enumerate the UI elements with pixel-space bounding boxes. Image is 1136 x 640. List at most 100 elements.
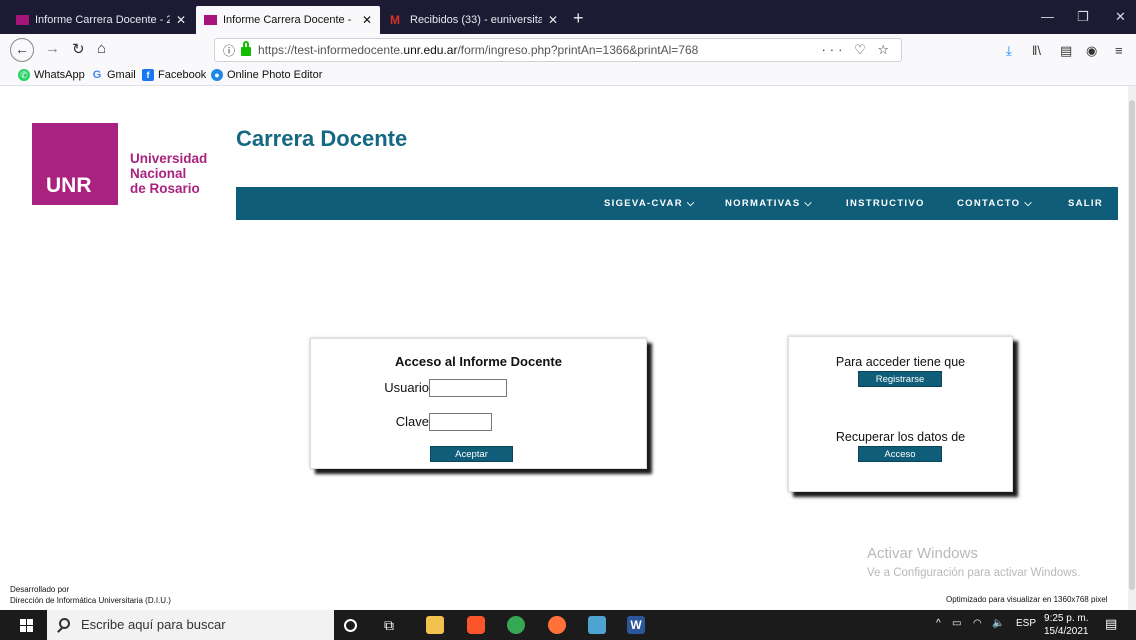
unr-logo[interactable]: UNR xyxy=(32,123,118,205)
university-name-line: de Rosario xyxy=(130,181,200,196)
cortana-icon[interactable] xyxy=(344,619,357,632)
bookmark-photo-editor[interactable]: ● Online Photo Editor xyxy=(211,69,322,81)
url-host: unr.edu.ar xyxy=(403,43,458,57)
footer-line: Desarrollado por xyxy=(10,585,70,594)
downloads-icon[interactable]: ⤓ xyxy=(1006,43,1012,59)
password-input[interactable] xyxy=(429,413,492,431)
url-path: /form/ingreso.php?printAn=1366&printAl=7… xyxy=(457,43,699,57)
firefox-icon[interactable] xyxy=(548,616,566,634)
home-icon[interactable]: ⌂ xyxy=(97,40,106,57)
library-icon[interactable]: ‖\ xyxy=(1032,43,1041,58)
notifications-icon[interactable]: ▤ xyxy=(1105,616,1117,632)
system-clock[interactable]: 9:25 p. m. 15/4/2021 xyxy=(1044,612,1089,638)
activate-windows-hint: Ve a Configuración para activar Windows. xyxy=(867,567,1081,579)
nav-label: CONTACTO xyxy=(957,198,1021,209)
page-scrollbar[interactable] xyxy=(1128,86,1136,610)
university-name: Universidad Nacional de Rosario xyxy=(130,151,207,196)
address-bar[interactable]: ⓘ https://test-informedocente. unr.edu.ar… xyxy=(214,38,902,62)
brave-icon[interactable] xyxy=(467,616,485,634)
tab-title: Informe Carrera Docente - xyxy=(223,14,352,26)
account-help-panel: Para acceder tiene que Registrarse Recup… xyxy=(788,336,1013,492)
show-hidden-icons-icon[interactable]: ^ xyxy=(936,618,941,629)
nav-salir[interactable]: SALIR xyxy=(1068,198,1103,209)
wifi-icon[interactable]: ◠ xyxy=(973,618,982,629)
nav-label: SIGEVA-CVAR xyxy=(604,198,683,209)
bookmark-gmail[interactable]: G Gmail xyxy=(91,69,136,81)
volume-icon[interactable]: 🔈 xyxy=(992,618,1004,629)
chrome-icon[interactable] xyxy=(507,616,525,634)
register-text: Para acceder tiene que xyxy=(835,355,966,369)
bookmarks-bar: ✆ WhatsApp G Gmail f Facebook ● Online P… xyxy=(0,66,1136,86)
university-name-line: Universidad xyxy=(130,151,208,166)
close-tab-icon[interactable]: ✕ xyxy=(176,13,186,27)
user-input[interactable] xyxy=(429,379,507,397)
tab-informe-2020[interactable]: Informe Carrera Docente - 2020 ✕ xyxy=(8,6,194,34)
nav-contacto[interactable]: CONTACTO ⌵ xyxy=(957,198,1033,209)
app-icon[interactable] xyxy=(588,616,606,634)
main-navigation: SIGEVA-CVAR ⌵ NORMATIVAS ⌵ INSTRUCTIVO C… xyxy=(236,187,1118,220)
tab-title: Informe Carrera Docente - 2020 xyxy=(35,14,170,26)
close-tab-icon[interactable]: ✕ xyxy=(548,13,558,27)
university-name-line: Nacional xyxy=(130,166,187,181)
search-icon xyxy=(59,618,70,629)
bookmark-label: Online Photo Editor xyxy=(227,69,323,81)
tab-gmail[interactable]: M Recibidos (33) - euniversitas@ ✕ xyxy=(382,6,566,34)
reload-icon[interactable]: ↻ xyxy=(72,40,85,58)
photo-editor-icon: ● xyxy=(211,69,223,81)
nav-instructivo[interactable]: INSTRUCTIVO xyxy=(846,198,925,209)
nav-label: SALIR xyxy=(1068,198,1103,209)
back-arrow-icon[interactable]: ← xyxy=(10,38,34,62)
menu-icon[interactable]: ≡ xyxy=(1115,43,1123,58)
lock-icon[interactable] xyxy=(241,40,252,56)
password-label: Clave xyxy=(395,414,429,429)
browser-toolbar: ← → ↻ ⌂ ⓘ https://test-informedocente. un… xyxy=(0,34,1136,66)
page-actions-icon[interactable]: ··· ♡ ☆ xyxy=(821,42,893,58)
nav-sigeva-cvar[interactable]: SIGEVA-CVAR ⌵ xyxy=(604,198,695,209)
acceso-button[interactable]: Acceso xyxy=(858,446,942,462)
close-window-icon[interactable]: ✕ xyxy=(1115,9,1126,25)
info-circle-icon[interactable]: ⓘ xyxy=(223,42,235,59)
new-tab-icon[interactable]: + xyxy=(573,8,584,29)
taskbar-search[interactable]: Escribe aquí para buscar xyxy=(47,610,334,640)
windows-taskbar: Escribe aquí para buscar ⧉ W ^ ▭ ◠ 🔈 ESP… xyxy=(0,610,1136,640)
footer-line: Dirección de Informática Universitaria (… xyxy=(10,596,171,605)
task-view-icon[interactable]: ⧉ xyxy=(384,617,402,635)
battery-icon[interactable]: ▭ xyxy=(952,618,961,629)
tab-informe-active[interactable]: Informe Carrera Docente - ✕ xyxy=(196,6,380,34)
tab-title: Recibidos (33) - euniversitas@ xyxy=(410,14,542,26)
language-indicator[interactable]: ESP xyxy=(1016,618,1036,629)
user-label: Usuario xyxy=(384,380,429,395)
maximize-icon[interactable]: ❐ xyxy=(1077,9,1089,25)
login-form: Acceso al Informe Docente Usuario Clave … xyxy=(310,338,647,469)
unr-favicon-icon xyxy=(16,15,29,25)
url-prefix: https://test-informedocente. xyxy=(258,43,404,57)
footer-credits: Desarrollado por Dirección de Informátic… xyxy=(10,584,171,606)
google-icon: G xyxy=(92,69,102,81)
nav-normativas[interactable]: NORMATIVAS ⌵ xyxy=(725,198,813,209)
file-explorer-icon[interactable] xyxy=(426,616,444,634)
logo-abbr: UNR xyxy=(46,174,92,197)
registrarse-button[interactable]: Registrarse xyxy=(858,371,942,387)
optimized-resolution-note: Optimizado para visualizar en 1360x768 p… xyxy=(946,595,1108,604)
bookmark-facebook[interactable]: f Facebook xyxy=(142,69,206,81)
close-tab-icon[interactable]: ✕ xyxy=(362,13,372,27)
word-icon[interactable]: W xyxy=(627,616,645,634)
facebook-icon: f xyxy=(142,69,154,81)
recover-text: Recuperar los datos de xyxy=(835,430,966,444)
account-icon[interactable]: ◉ xyxy=(1086,43,1097,59)
bookmark-whatsapp[interactable]: ✆ WhatsApp xyxy=(18,69,85,81)
minimize-icon[interactable]: — xyxy=(1041,9,1054,24)
nav-label: INSTRUCTIVO xyxy=(846,198,925,209)
chevron-down-icon: ⌵ xyxy=(804,198,813,209)
activate-windows-watermark: Activar Windows xyxy=(867,545,978,562)
browser-tab-strip: Informe Carrera Docente - 2020 ✕ Informe… xyxy=(0,0,1136,34)
scroll-thumb[interactable] xyxy=(1129,100,1135,590)
aceptar-button[interactable]: Aceptar xyxy=(430,446,513,462)
forward-arrow-icon[interactable]: → xyxy=(45,40,60,57)
sidebar-icon[interactable]: ▤ xyxy=(1060,43,1072,59)
page-title: Carrera Docente xyxy=(236,126,408,151)
unr-favicon-icon xyxy=(204,15,217,25)
whatsapp-icon: ✆ xyxy=(18,69,30,81)
clock-time: 9:25 p. m. xyxy=(1044,613,1089,624)
windows-start-icon[interactable] xyxy=(20,619,33,632)
